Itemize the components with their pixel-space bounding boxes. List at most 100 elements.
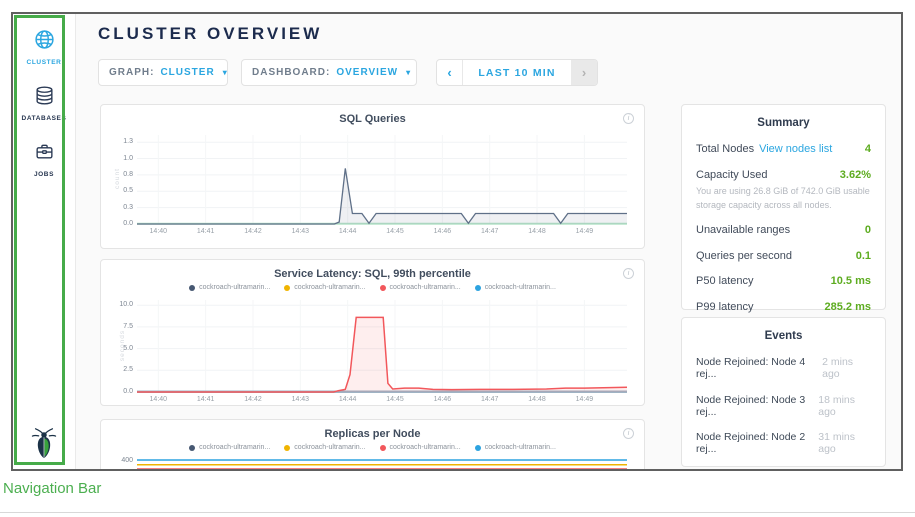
legend-item: cockroach-ultramarin... — [380, 444, 461, 451]
info-icon[interactable]: i — [623, 428, 634, 439]
legend-label: cockroach-ultramarin... — [294, 444, 365, 451]
legend-dot-icon — [380, 285, 386, 291]
database-icon — [34, 85, 55, 106]
event-row[interactable]: Node Rejoined: Node 2 rej...31 mins ago — [696, 431, 871, 455]
cockroachdb-logo[interactable] — [13, 427, 75, 464]
summary-row: Unavailable ranges0 — [696, 224, 871, 236]
x-tick-label: 14:47 — [470, 396, 510, 403]
dashboard-dropdown-value: OVERVIEW — [336, 67, 398, 78]
legend-label: cockroach-ultramarin... — [485, 284, 556, 291]
summary-row-value: 4 — [865, 143, 871, 155]
event-label: Node Rejoined: Node 2 rej... — [696, 431, 818, 455]
legend-dot-icon — [475, 285, 481, 291]
x-tick-label: 14:44 — [328, 228, 368, 235]
graph-dropdown-value: CLUSTER — [160, 67, 214, 78]
time-range-value[interactable]: LAST 10 MIN — [463, 60, 571, 85]
summary-row-value: 10.5 ms — [831, 275, 871, 287]
dashboard-dropdown-label: DASHBOARD: — [252, 67, 330, 78]
sidebar-item-label: DATABASES — [13, 115, 75, 122]
legend-label: cockroach-ultramarin... — [390, 284, 461, 291]
summary-row-label: P99 latency — [696, 301, 753, 313]
x-tick-label: 14:41 — [186, 396, 226, 403]
sidebar-item-cluster[interactable]: CLUSTER — [13, 29, 75, 66]
summary-row-label: Queries per second — [696, 250, 792, 262]
event-label: Node Rejoined: Node 4 rej... — [696, 356, 822, 380]
summary-row-label: Capacity Used — [696, 169, 768, 181]
summary-row-label: Total Nodes — [696, 143, 754, 155]
y-tick-label: 10.0 — [101, 301, 133, 308]
page-title: CLUSTER OVERVIEW — [98, 24, 322, 44]
event-row[interactable]: Node Rejoined: Node 3 rej...18 mins ago — [696, 394, 871, 418]
view-nodes-list-link[interactable]: View nodes list — [759, 143, 832, 155]
x-tick-label: 14:47 — [470, 228, 510, 235]
graph-dropdown-label: GRAPH: — [109, 67, 154, 78]
time-prev-button[interactable]: ‹ — [437, 60, 463, 85]
time-next-button-disabled[interactable]: › — [571, 60, 597, 85]
chevron-down-icon: ▾ — [406, 68, 411, 77]
y-tick-label: 0.0 — [101, 220, 133, 227]
chart-legend: cockroach-ultramarin... cockroach-ultrama… — [101, 284, 644, 291]
sidebar-item-databases[interactable]: DATABASES — [13, 85, 75, 122]
summary-row: Total Nodes View nodes list 4 — [696, 143, 871, 155]
y-tick-label: 7.5 — [101, 323, 133, 330]
bottom-divider — [0, 512, 915, 513]
info-icon[interactable]: i — [623, 113, 634, 124]
y-tick-label: 1.0 — [101, 155, 133, 162]
legend-label: cockroach-ultramarin... — [199, 444, 270, 451]
summary-row: P99 latency285.2 ms — [696, 301, 871, 313]
x-tick-label: 14:46 — [422, 396, 462, 403]
legend-dot-icon — [284, 445, 290, 451]
briefcase-icon — [34, 141, 55, 162]
x-tick-label: 14:44 — [328, 396, 368, 403]
x-tick-label: 14:45 — [375, 396, 415, 403]
summary-row: Capacity Used 3.62% — [696, 169, 871, 181]
summary-row-label: Unavailable ranges — [696, 224, 790, 236]
time-range-selector: ‹ LAST 10 MIN › — [436, 59, 598, 86]
admin-ui-window: CLUSTER DATABASES — [11, 12, 903, 471]
replicas-per-node-plot[interactable]: 400 — [137, 458, 627, 471]
legend-item: cockroach-ultramarin... — [380, 284, 461, 291]
chevron-right-icon: › — [582, 65, 586, 80]
y-tick-label: 0.0 — [101, 388, 133, 395]
y-tick-label: 1.3 — [101, 138, 133, 145]
service-latency-plot[interactable]: 10.07.55.02.50.014:4014:4114:4214:4314:4… — [137, 300, 627, 392]
x-tick-label: 14:43 — [280, 396, 320, 403]
summary-row-value: 3.62% — [840, 169, 871, 181]
dashboard-dropdown[interactable]: DASHBOARD: OVERVIEW ▾ — [241, 59, 417, 86]
event-row[interactable]: Node Rejoined: Node 4 rej...2 mins ago — [696, 356, 871, 380]
x-tick-label: 14:42 — [233, 396, 273, 403]
legend-item: cockroach-ultramarin... — [284, 284, 365, 291]
y-tick-label: 0.8 — [101, 171, 133, 178]
sidebar-item-jobs[interactable]: JOBS — [13, 141, 75, 178]
summary-panel: Summary Total NodesView nodes list4Capac… — [681, 104, 886, 310]
events-title: Events — [696, 330, 871, 342]
x-tick-label: 14:40 — [138, 396, 178, 403]
y-tick-label: 400 — [101, 457, 133, 464]
legend-item: cockroach-ultramarin... — [284, 444, 365, 451]
x-tick-label: 14:40 — [138, 228, 178, 235]
info-icon[interactable]: i — [623, 268, 634, 279]
events-panel: Events Node Rejoined: Node 4 rej...2 min… — [681, 317, 886, 467]
screenshot-stage: CLUSTER DATABASES — [0, 0, 915, 517]
sql-queries-plot[interactable]: 1.31.00.80.50.30.014:4014:4114:4214:4314… — [137, 135, 627, 224]
legend-dot-icon — [189, 445, 195, 451]
legend-label: cockroach-ultramarin... — [294, 284, 365, 291]
replicas-per-node-chart-card: Replicas per Node i cockroach-ultramarin… — [100, 419, 645, 471]
x-tick-label: 14:49 — [564, 228, 604, 235]
legend-dot-icon — [475, 445, 481, 451]
summary-row-value: 0.1 — [856, 250, 871, 262]
event-time: 2 mins ago — [822, 356, 871, 380]
sidebar-item-label: CLUSTER — [13, 59, 75, 66]
legend-dot-icon — [284, 285, 290, 291]
chevron-left-icon: ‹ — [447, 65, 451, 80]
navigation-bar: CLUSTER DATABASES — [13, 14, 76, 469]
graph-dropdown[interactable]: GRAPH: CLUSTER ▾ — [98, 59, 228, 86]
legend-label: cockroach-ultramarin... — [485, 444, 556, 451]
legend-item: cockroach-ultramarin... — [189, 284, 270, 291]
legend-item: cockroach-ultramarin... — [475, 284, 556, 291]
y-tick-label: 0.5 — [101, 187, 133, 194]
sql-queries-chart-card: SQL Queries i count 1.31.00.80.50.30.014… — [100, 104, 645, 249]
summary-row: Queries per second 0.1 — [696, 250, 871, 262]
main-content: CLUSTER OVERVIEW GRAPH: CLUSTER ▾ DASHBO… — [76, 14, 902, 469]
summary-rows: Total Nodes View nodes list 4 Capacity Used… — [696, 143, 871, 313]
